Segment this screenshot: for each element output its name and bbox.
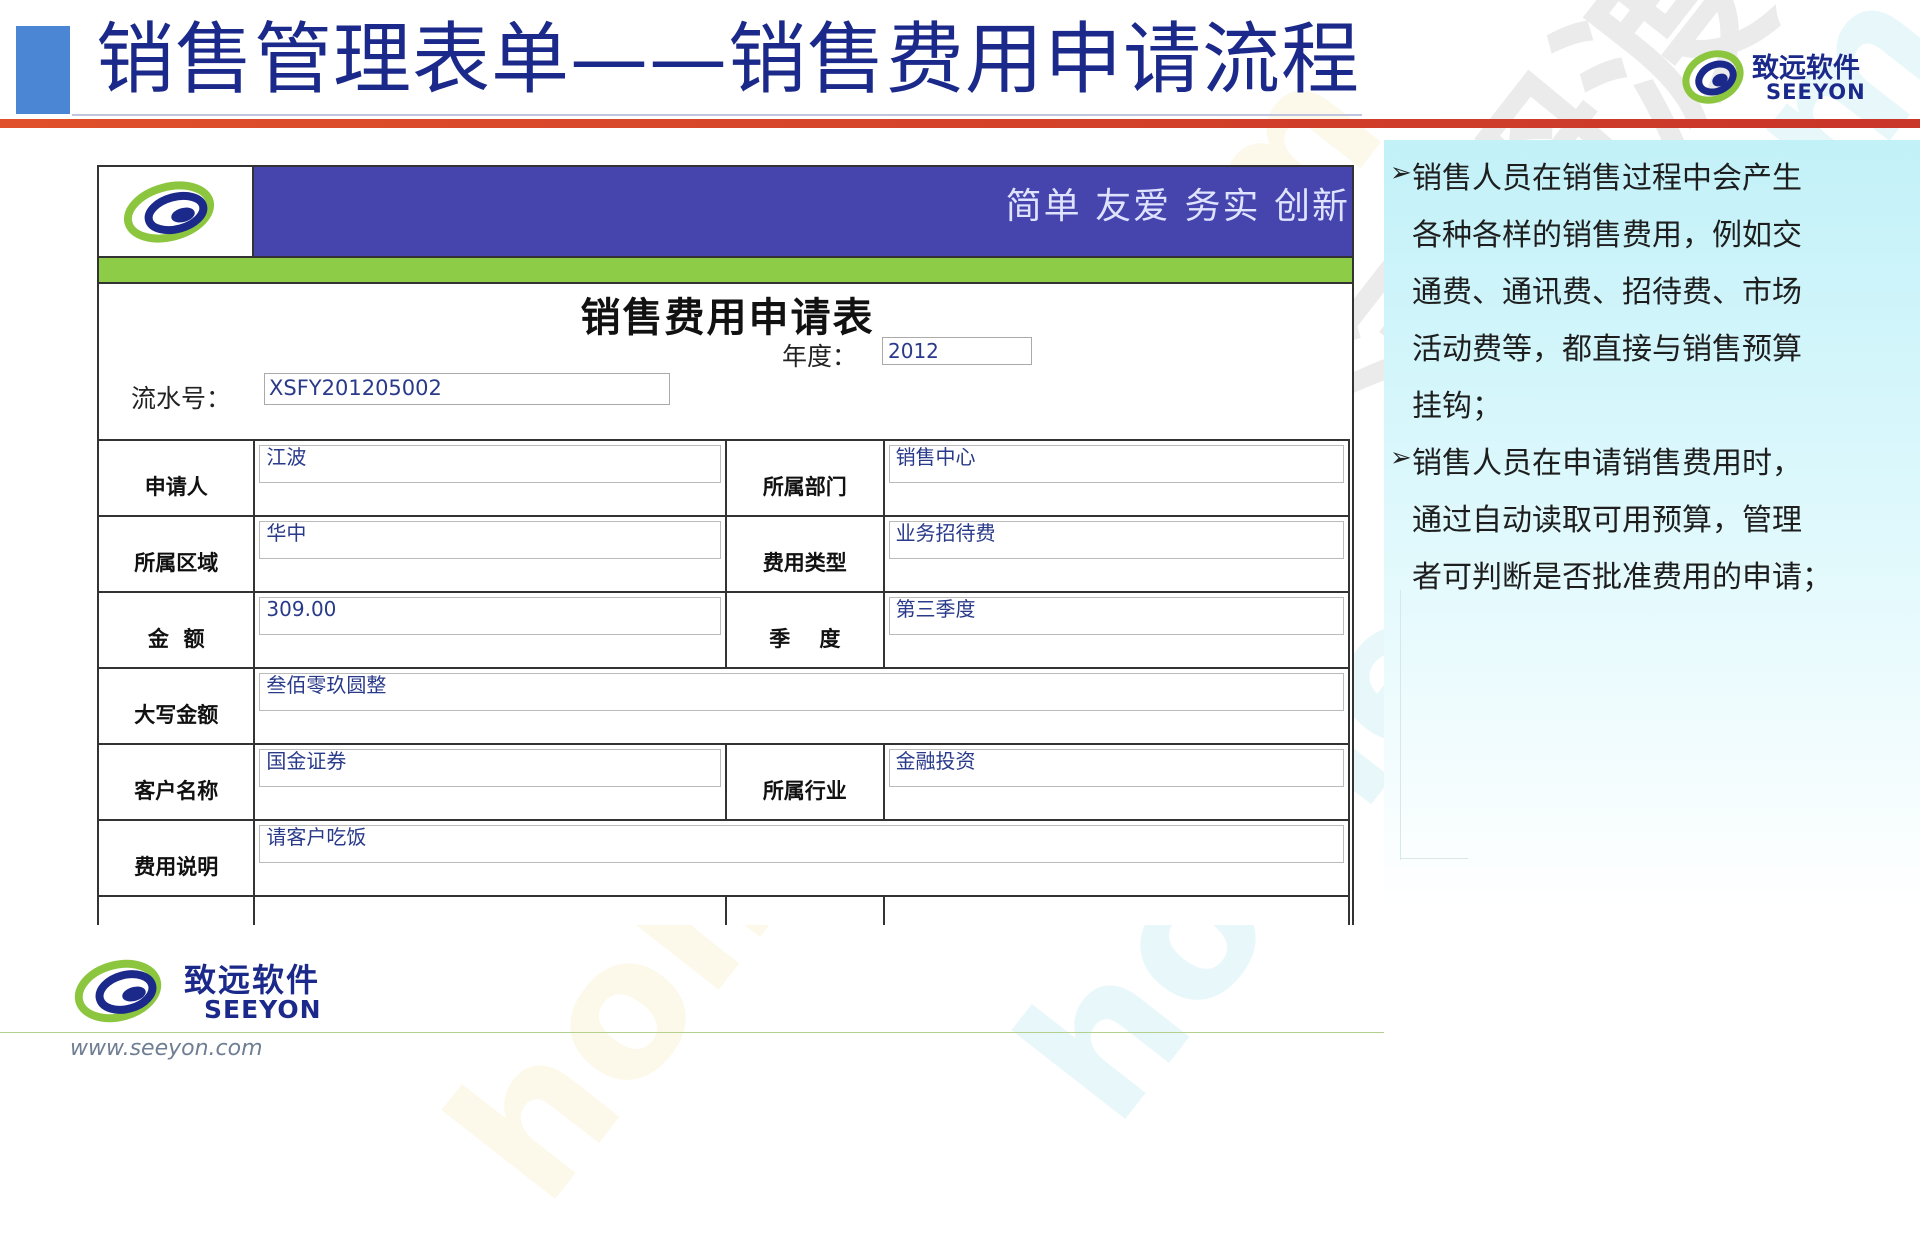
table-row: 费用说明 请客户吃饭 bbox=[99, 819, 1350, 897]
form-banner: 简单 友爱 务实 创新 bbox=[254, 167, 1352, 256]
logo-en-text: SEEYON bbox=[1766, 80, 1866, 104]
seeyon-logo-top: 致远软件 SEEYON bbox=[1680, 40, 1890, 110]
year-field[interactable]: 2012 bbox=[882, 337, 1032, 365]
quarter-label: 季 度 bbox=[725, 591, 885, 669]
expense-form-screenshot: 简单 友爱 务实 创新 销售费用申请表 年度： 2012 流水号： XSFY20… bbox=[97, 165, 1354, 925]
amount-upper-label: 大写金额 bbox=[99, 667, 256, 745]
form-green-bar bbox=[99, 256, 1352, 284]
fee-type-field[interactable]: 业务招待费 bbox=[888, 521, 1344, 559]
table-row: 金 额 309.00 季 度 第三季度 bbox=[99, 591, 1351, 669]
bullet-arrow-icon: ➢ bbox=[1390, 158, 1412, 188]
seeyon-swirl-icon bbox=[123, 181, 215, 243]
table-row: 客户名称 国金证券 所属行业 金融投资 bbox=[99, 743, 1351, 821]
panel-decor-line bbox=[1400, 858, 1468, 859]
bullet-1-line: 挂钩； bbox=[1412, 389, 1502, 424]
bullet-1: 销售人员在销售过程中会产生 各种各样的销售费用，例如交 通费、通讯费、招待费、市… bbox=[1412, 150, 1882, 435]
footer-url[interactable]: www.seeyon.com bbox=[70, 1036, 263, 1061]
page-title: 销售管理表单——销售费用申请流程 bbox=[96, 15, 1361, 105]
serial-field[interactable]: XSFY201205002 bbox=[264, 373, 670, 405]
bullet-2: 销售人员在申请销售费用时， 通过自动读取可用预算，管理 者可判断是否批准费用的申… bbox=[1412, 435, 1882, 606]
description-panel: ➢ 销售人员在销售过程中会产生 各种各样的销售费用，例如交 通费、通讯费、招待费… bbox=[1384, 140, 1920, 910]
industry-field[interactable]: 金融投资 bbox=[888, 749, 1344, 787]
serial-label: 流水号： bbox=[131, 384, 232, 413]
bullet-2-line: 通过自动读取可用预算，管理 bbox=[1412, 503, 1802, 538]
year-label: 年度： bbox=[782, 342, 858, 371]
amount-label: 金 额 bbox=[99, 591, 256, 669]
region-field[interactable]: 华中 bbox=[259, 521, 722, 559]
footer-divider bbox=[0, 1032, 1384, 1033]
customer-label: 客户名称 bbox=[99, 743, 256, 821]
applicant-label: 申请人 bbox=[99, 439, 256, 517]
bullet-arrow-icon: ➢ bbox=[1390, 443, 1412, 473]
bullet-1-line: 销售人员在销售过程中会产生 bbox=[1412, 161, 1802, 196]
form-logo-box bbox=[99, 167, 254, 256]
title-underline bbox=[72, 114, 1362, 116]
seeyon-swirl-icon bbox=[1682, 50, 1744, 104]
amount-upper-field[interactable]: 叁佰零玖圆整 bbox=[259, 673, 1344, 711]
dept-label: 所属部门 bbox=[725, 439, 885, 517]
panel-decor-line bbox=[1400, 590, 1401, 860]
applicant-field[interactable]: 江波 bbox=[259, 445, 722, 483]
table-row: 大写金额 叁佰零玖圆整 bbox=[99, 667, 1350, 745]
table-row: 所属区域 华中 费用类型 业务招待费 bbox=[99, 515, 1351, 593]
quarter-field[interactable]: 第三季度 bbox=[888, 597, 1344, 635]
fee-desc-field[interactable]: 请客户吃饭 bbox=[259, 825, 1344, 863]
bullet-1-line: 活动费等，都直接与销售预算 bbox=[1412, 332, 1802, 367]
table-row bbox=[99, 895, 1351, 925]
seeyon-swirl-icon bbox=[74, 959, 162, 1023]
amount-field[interactable]: 309.00 bbox=[259, 597, 722, 635]
dept-field[interactable]: 销售中心 bbox=[888, 445, 1344, 483]
bullet-1-line: 通费、通讯费、招待费、市场 bbox=[1412, 275, 1802, 310]
table-row: 申请人 江波 所属部门 销售中心 bbox=[99, 439, 1351, 517]
bullet-2-line: 销售人员在申请销售费用时， bbox=[1412, 446, 1802, 481]
fee-type-label: 费用类型 bbox=[725, 515, 885, 593]
bullet-2-line: 者可判断是否批准费用的申请； bbox=[1412, 560, 1832, 595]
bullet-1-line: 各种各样的销售费用，例如交 bbox=[1412, 218, 1802, 253]
form-grid: 申请人 江波 所属部门 销售中心 所属区域 华中 费用类型 业务招待费 金 额 … bbox=[99, 439, 1351, 925]
customer-field[interactable]: 国金证券 bbox=[259, 749, 722, 787]
form-heading: 销售费用申请表 bbox=[580, 295, 875, 341]
title-accent-square bbox=[16, 26, 70, 114]
seeyon-logo-footer: 致远软件 SEEYON bbox=[72, 955, 372, 1025]
form-slogan: 简单 友爱 务实 创新 bbox=[1005, 186, 1350, 227]
header-divider bbox=[0, 119, 1920, 128]
industry-label: 所属行业 bbox=[725, 743, 885, 821]
region-label: 所属区域 bbox=[99, 515, 256, 593]
footer-logo-en: SEEYON bbox=[204, 995, 322, 1024]
fee-desc-label: 费用说明 bbox=[99, 819, 256, 897]
